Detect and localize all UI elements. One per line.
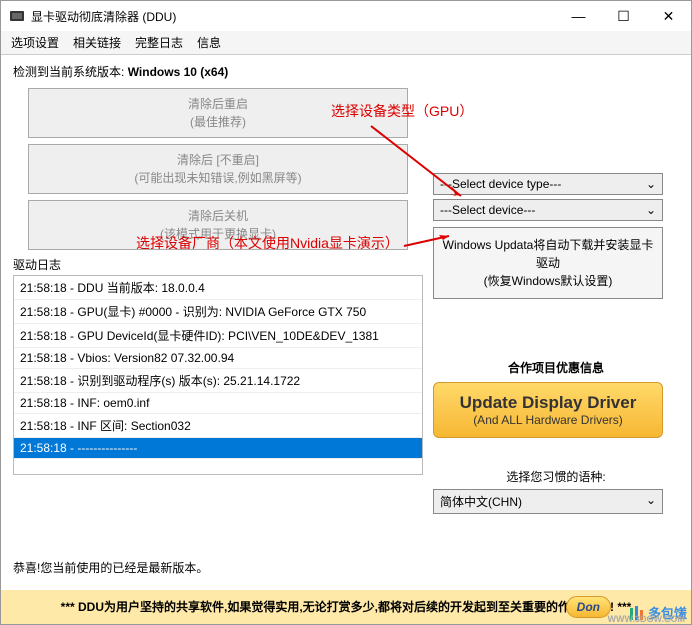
close-button[interactable]: ✕ [646, 1, 691, 31]
language-dropdown[interactable]: 简体中文(CHN)⌄ [433, 489, 663, 514]
clean-norestart-button[interactable]: 清除后 [不重启] (可能出现未知错误,例如黑屏等) [28, 144, 408, 194]
watermark: 多包馐 WWW.3DGW.COM [628, 603, 687, 622]
log-row[interactable]: 21:58:18 - Vbios: Version82 07.32.00.94 [14, 348, 422, 369]
log-row[interactable]: 21:58:18 - GPU DeviceId(显卡硬件ID): PCI\VEN… [14, 324, 422, 348]
menu-info[interactable]: 信息 [197, 34, 221, 51]
device-type-dropdown[interactable]: ---Select device type---⌄ [433, 173, 663, 195]
update-driver-button[interactable]: Update Display Driver (And ALL Hardware … [433, 382, 663, 438]
menu-links[interactable]: 相关链接 [73, 34, 121, 51]
minimize-button[interactable]: ― [556, 1, 601, 31]
device-vendor-dropdown[interactable]: ---Select device---⌄ [433, 199, 663, 221]
language-label: 选择您习惯的语种: [433, 468, 679, 485]
log-row[interactable]: 21:58:18 - INF 区间: Section032 [14, 414, 422, 438]
log-row[interactable]: 21:58:18 - --------------- [14, 438, 422, 459]
log-row[interactable]: 21:58:18 - INF: oem0.inf [14, 393, 422, 414]
titlebar: 显卡驱动彻底清除器 (DDU) ― ☐ ✕ [1, 1, 691, 31]
windows-update-info: Windows Updata将自动下载并安装显卡驱动 (恢复Windows默认设… [433, 227, 663, 299]
menubar: 选项设置 相关链接 完整日志 信息 [1, 31, 691, 55]
system-info: 检测到当前系统版本: Windows 10 (x64) [13, 63, 423, 80]
log-row[interactable]: 21:58:18 - GPU(显卡) #0000 - 识别为: NVIDIA G… [14, 300, 422, 324]
app-icon [9, 8, 25, 24]
log-row[interactable]: 21:58:18 - DDU 当前版本: 18.0.0.4 [14, 276, 422, 300]
log-list[interactable]: 21:58:18 - DDU 当前版本: 18.0.0.4 21:58:18 -… [13, 275, 423, 475]
chevron-down-icon: ⌄ [646, 493, 656, 510]
donate-button[interactable]: Don [566, 596, 611, 618]
log-label: 驱动日志 [13, 256, 423, 273]
menu-log[interactable]: 完整日志 [135, 34, 183, 51]
status-text: 恭喜!您当前使用的已经是最新版本。 [13, 559, 208, 576]
promo-label: 合作项目优惠信息 [433, 359, 679, 376]
annotation-device-vendor: 选择设备厂商（本文使用Nvidia显卡演示） [136, 233, 399, 253]
menu-options[interactable]: 选项设置 [11, 34, 59, 51]
chevron-down-icon: ⌄ [646, 203, 656, 217]
chevron-down-icon: ⌄ [646, 177, 656, 191]
maximize-button[interactable]: ☐ [601, 1, 646, 31]
annotation-device-type: 选择设备类型（GPU） [331, 101, 473, 121]
window-title: 显卡驱动彻底清除器 (DDU) [31, 8, 556, 25]
log-row[interactable]: 21:58:18 - 识别到驱动程序(s) 版本(s): 25.21.14.17… [14, 369, 422, 393]
